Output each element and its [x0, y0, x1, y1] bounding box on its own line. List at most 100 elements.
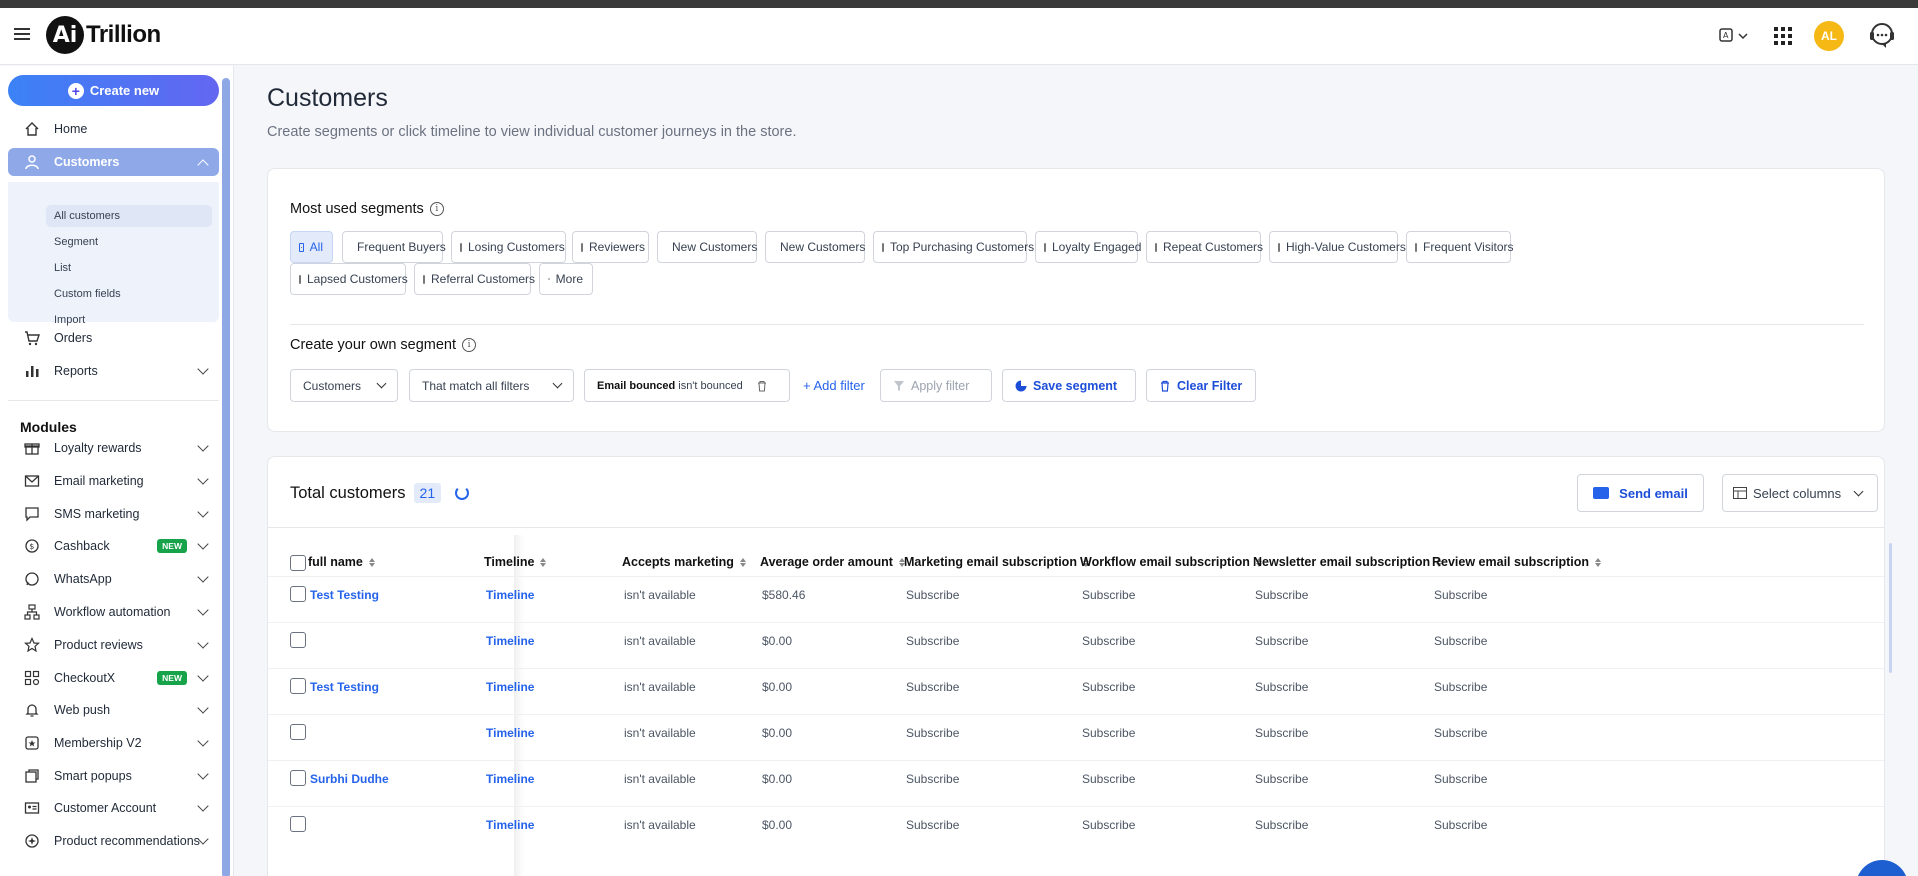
submenu-list[interactable]: List: [54, 257, 71, 279]
sidebar-scrollbar[interactable]: [222, 78, 230, 876]
create-new-button[interactable]: + Create new: [8, 75, 219, 106]
sort-icon[interactable]: [540, 557, 547, 567]
sidebar-module-item[interactable]: Product recommendations: [8, 826, 219, 856]
chevron-down-icon[interactable]: [197, 538, 209, 550]
column-header[interactable]: Workflow email subscription: [1080, 555, 1262, 569]
segment-chip[interactable]: Reviewers: [572, 231, 649, 263]
sidebar-item-reports[interactable]: Reports: [8, 356, 219, 386]
select-columns-dropdown[interactable]: Select columns: [1722, 474, 1878, 512]
row-checkbox[interactable]: [290, 632, 306, 648]
segment-chip[interactable]: Lapsed Customers: [290, 263, 408, 295]
trash-icon[interactable]: [756, 380, 768, 392]
timeline-link[interactable]: Timeline: [486, 726, 534, 740]
segment-chip[interactable]: High-Value Customers: [1269, 231, 1406, 263]
timeline-link[interactable]: Timeline: [486, 634, 534, 648]
timeline-link[interactable]: Timeline: [486, 772, 534, 786]
sort-icon[interactable]: [739, 557, 746, 567]
support-chat-icon[interactable]: [1866, 20, 1898, 52]
chevron-down-icon[interactable]: [197, 440, 209, 452]
column-header[interactable]: Average order amount: [760, 555, 905, 569]
segment-chip[interactable]: New Customers: [657, 231, 757, 263]
customer-name-link[interactable]: Test Testing: [310, 588, 379, 602]
add-filter-button[interactable]: + Add filter: [803, 378, 865, 393]
customer-name-link[interactable]: Test Testing: [310, 680, 379, 694]
apps-grid-icon[interactable]: [1774, 27, 1792, 45]
sidebar-item-home[interactable]: Home: [8, 114, 219, 144]
segment-chip[interactable]: Frequent Buyers: [342, 231, 446, 263]
match-dropdown[interactable]: That match all filters: [409, 369, 574, 402]
table-scrollbar[interactable]: [1889, 543, 1892, 673]
refresh-icon[interactable]: [455, 486, 470, 500]
segment-chip[interactable]: Referral Customers: [414, 263, 535, 295]
row-checkbox[interactable]: [290, 586, 306, 602]
language-button[interactable]: A: [1716, 23, 1752, 49]
column-header[interactable]: full name: [308, 555, 375, 569]
sidebar-module-item[interactable]: Customer Account: [8, 793, 219, 823]
sidebar-module-item[interactable]: $ Cashback NEW: [8, 531, 219, 561]
segment-chip[interactable]: All: [290, 231, 333, 263]
chevron-down-icon[interactable]: [197, 800, 209, 812]
chevron-up-icon[interactable]: [197, 159, 209, 171]
select-all-checkbox[interactable]: [290, 555, 306, 571]
mail-icon: [22, 471, 42, 491]
chevron-down-icon[interactable]: [197, 571, 209, 583]
sort-icon[interactable]: [368, 557, 375, 567]
sidebar-item-orders[interactable]: Orders: [8, 323, 219, 353]
row-checkbox[interactable]: [290, 724, 306, 740]
chevron-down-icon[interactable]: [197, 768, 209, 780]
app-logo[interactable]: Ai Trillion: [46, 16, 161, 54]
info-icon[interactable]: i: [462, 338, 477, 352]
column-header[interactable]: Marketing email subscription: [904, 555, 1089, 569]
chevron-down-icon[interactable]: [197, 363, 209, 375]
customer-name-link[interactable]: Surbhi Dudhe: [310, 772, 389, 786]
chevron-down-icon[interactable]: [197, 637, 209, 649]
row-checkbox[interactable]: [290, 678, 306, 694]
row-checkbox[interactable]: [290, 770, 306, 786]
sidebar-module-item[interactable]: WhatsApp: [8, 564, 219, 594]
sidebar-item-customers[interactable]: Customers: [8, 148, 219, 176]
chevron-down-icon[interactable]: [197, 670, 209, 682]
segment-chip[interactable]: Losing Customers: [451, 231, 566, 263]
column-header[interactable]: Newsletter email subscription: [1253, 555, 1443, 569]
avatar[interactable]: AL: [1814, 21, 1844, 51]
column-header[interactable]: Review email subscription: [1432, 555, 1601, 569]
submenu-all-customers[interactable]: All customers: [46, 205, 212, 227]
segment-chip[interactable]: Top Purchasing Customers: [873, 231, 1034, 263]
save-segment-button[interactable]: Save segment: [1002, 369, 1136, 402]
submenu-custom-fields[interactable]: Custom fields: [54, 283, 121, 305]
sidebar-module-item[interactable]: Email marketing: [8, 466, 219, 496]
sidebar-module-item[interactable]: Product reviews: [8, 630, 219, 660]
timeline-link[interactable]: Timeline: [486, 588, 534, 602]
column-header[interactable]: Accepts marketing: [622, 555, 746, 569]
sidebar-module-item[interactable]: SMS marketing: [8, 499, 219, 529]
chevron-down-icon[interactable]: [197, 473, 209, 485]
info-icon[interactable]: i: [429, 202, 444, 216]
segment-chip[interactable]: Loyalty Engaged: [1035, 231, 1141, 263]
segment-chip[interactable]: New Customers: [765, 231, 865, 263]
segment-chip[interactable]: More: [539, 263, 593, 295]
segment-chip[interactable]: Frequent Visitors: [1406, 231, 1514, 263]
sidebar-module-item[interactable]: Web push: [8, 695, 219, 725]
segment-chip[interactable]: Repeat Customers: [1146, 231, 1263, 263]
apply-filter-button[interactable]: Apply filter: [880, 369, 992, 402]
chevron-down-icon[interactable]: [197, 702, 209, 714]
sidebar-module-item[interactable]: Membership V2: [8, 728, 219, 758]
sidebar-module-item[interactable]: CheckoutX NEW: [8, 663, 219, 693]
chevron-down-icon[interactable]: [197, 735, 209, 747]
clear-filter-button[interactable]: Clear Filter: [1146, 369, 1256, 402]
send-email-button[interactable]: Send email: [1577, 474, 1704, 512]
sidebar-module-item[interactable]: Loyalty rewards: [8, 433, 219, 463]
timeline-link[interactable]: Timeline: [486, 680, 534, 694]
segment-chip-label: Frequent Buyers: [357, 240, 446, 254]
sidebar-module-item[interactable]: Smart popups: [8, 761, 219, 791]
submenu-segment[interactable]: Segment: [54, 231, 98, 253]
chevron-down-icon[interactable]: [197, 604, 209, 616]
entity-dropdown[interactable]: Customers: [290, 369, 398, 402]
chevron-down-icon[interactable]: [197, 506, 209, 518]
filter-tag[interactable]: Email bounced isn't bounced: [584, 369, 790, 402]
timeline-link[interactable]: Timeline: [486, 818, 534, 832]
sort-icon[interactable]: [1595, 557, 1601, 567]
menu-icon[interactable]: [14, 28, 30, 42]
sidebar-module-item[interactable]: Workflow automation: [8, 597, 219, 627]
row-checkbox[interactable]: [290, 816, 306, 832]
